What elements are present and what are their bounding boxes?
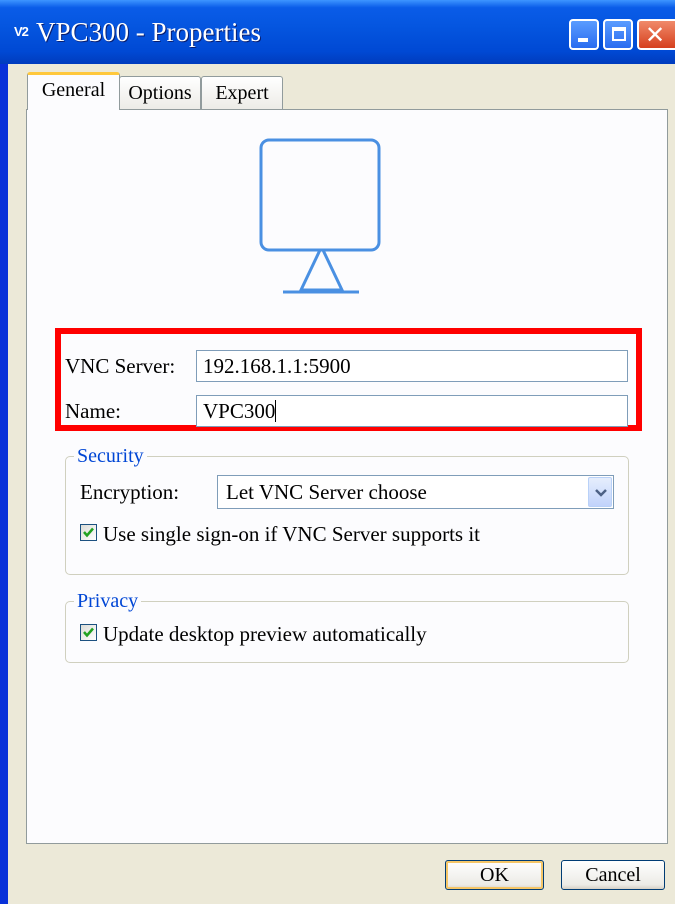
minimize-icon: [578, 38, 588, 42]
tab-options[interactable]: Options: [119, 76, 201, 110]
checkmark-icon: [83, 527, 94, 538]
general-tab-panel: VNC Server: 192.168.1.1:5900 Name: VPC30…: [26, 109, 668, 844]
encryption-label: Encryption:: [80, 480, 180, 504]
sso-checkbox[interactable]: [80, 524, 97, 541]
maximize-button[interactable]: [603, 19, 633, 50]
sso-checkbox-label: Use single sign-on if VNC Server support…: [103, 522, 481, 546]
tab-general[interactable]: General: [27, 72, 120, 110]
checkmark-icon: [83, 627, 94, 638]
chevron-down-icon: [595, 489, 607, 497]
privacy-group-title: Privacy: [74, 588, 142, 614]
name-label: Name:: [65, 399, 121, 423]
properties-window: V2 VPC300 - Properties ✕ Options Expert …: [0, 0, 675, 904]
maximize-icon: [612, 27, 626, 41]
close-icon: ✕: [645, 21, 666, 49]
security-group: Security Encryption: Let VNC Server choo…: [65, 443, 629, 575]
preview-checkbox-label: Update desktop preview automatically: [103, 622, 427, 646]
tab-expert[interactable]: Expert: [201, 76, 283, 110]
window-title: VPC300 - Properties: [36, 17, 261, 47]
text-caret: [275, 400, 277, 422]
encryption-selected-value: Let VNC Server choose: [226, 480, 427, 504]
title-bar[interactable]: V2 VPC300 - Properties ✕: [0, 0, 675, 64]
dropdown-arrow-button[interactable]: [588, 477, 612, 507]
name-input[interactable]: VPC300: [196, 395, 628, 427]
monitor-icon: [241, 130, 401, 310]
preview-checkbox[interactable]: [80, 624, 97, 641]
privacy-group: Privacy Update desktop preview automatic…: [65, 588, 629, 663]
vnc-viewer-app-icon: V2: [14, 24, 29, 39]
cancel-button[interactable]: Cancel: [561, 860, 665, 890]
dialog-client-area: Options Expert General VNC Server: 192.1…: [8, 64, 675, 904]
minimize-button[interactable]: [569, 19, 599, 50]
preview-checkbox-row[interactable]: Update desktop preview automatically: [80, 621, 480, 647]
close-button[interactable]: ✕: [637, 19, 675, 50]
name-value: VPC300: [203, 399, 276, 423]
encryption-dropdown[interactable]: Let VNC Server choose: [217, 475, 614, 509]
vnc-server-label: VNC Server:: [65, 354, 176, 378]
sso-checkbox-row[interactable]: Use single sign-on if VNC Server support…: [80, 521, 540, 547]
ok-button[interactable]: OK: [445, 860, 544, 890]
vnc-server-input[interactable]: 192.168.1.1:5900: [196, 350, 628, 382]
security-group-title: Security: [74, 443, 147, 469]
